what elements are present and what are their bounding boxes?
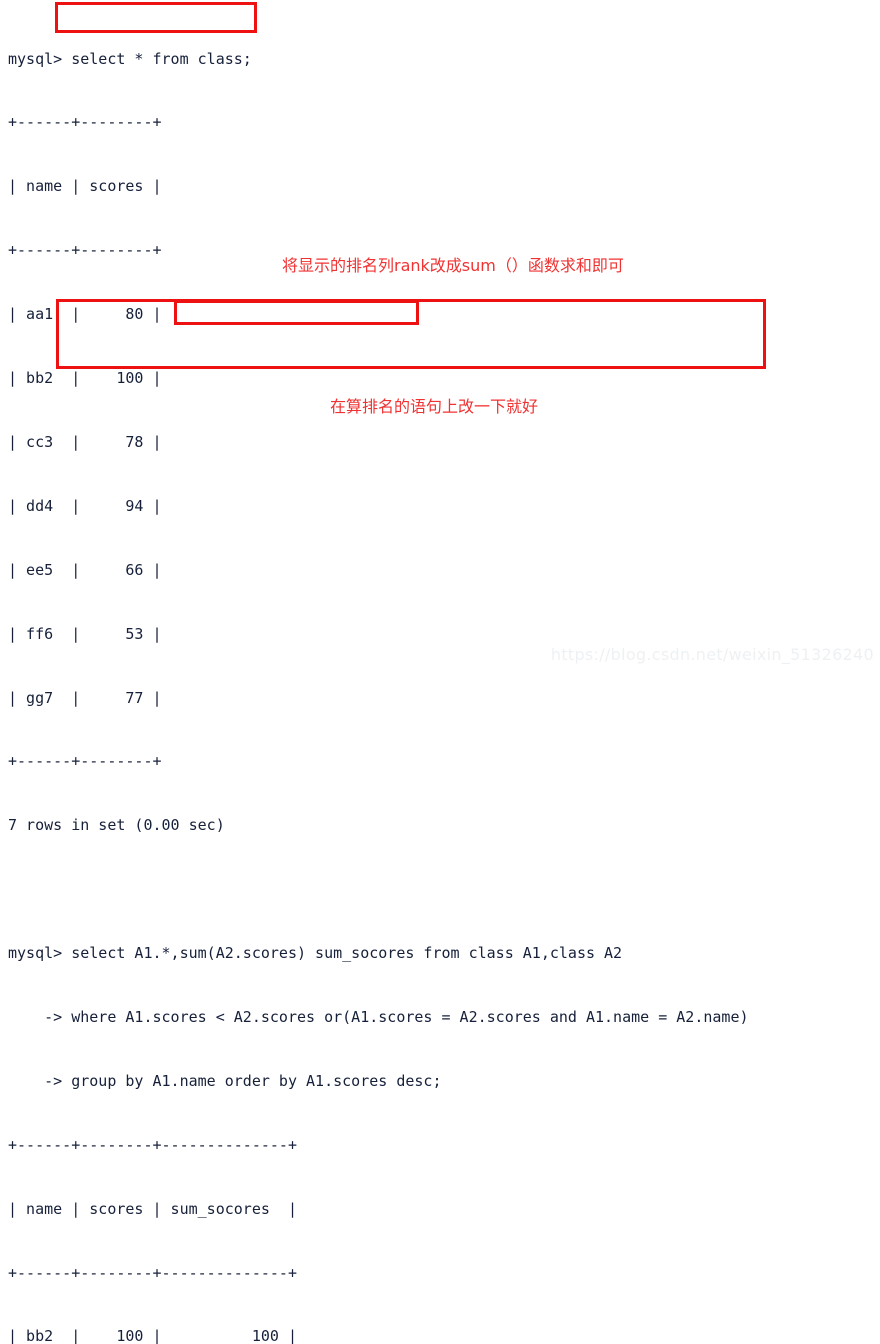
table1-header-row: | name | scores |: [8, 177, 162, 196]
table1-status-line: 7 rows in set (0.00 sec): [8, 816, 225, 835]
table-row: | bb2 | 100 |: [8, 369, 162, 388]
table-row: | dd4 | 94 |: [8, 496, 162, 515]
terminal-line-query-2a: mysql> select A1.*,sum(A2.scores) sum_so…: [8, 944, 623, 963]
table2-header-row: | name | scores | sum_socores |: [8, 1199, 297, 1218]
table-row: | gg7 | 77 |: [8, 688, 162, 707]
table1-top-border: +------+--------+: [8, 113, 162, 132]
terminal-line-query-2b: -> where A1.scores < A2.scores or(A1.sco…: [8, 1007, 749, 1026]
table2-header-separator: +------+--------+--------------+: [8, 1263, 297, 1282]
table-row: | cc3 | 78 |: [8, 432, 162, 451]
terminal-output: mysql> select * from class; +------+----…: [8, 6, 749, 1344]
table-row: | bb2 | 100 | 100 |: [8, 1327, 297, 1344]
mysql-terminal-window[interactable]: mysql> select * from class; +------+----…: [0, 0, 880, 1344]
terminal-line-query-1: mysql> select * from class;: [8, 49, 252, 68]
table-row: | aa1 | 80 |: [8, 305, 162, 324]
table2-top-border: +------+--------+--------------+: [8, 1135, 297, 1154]
table1-bottom-border: +------+--------+: [8, 752, 162, 771]
terminal-line-query-2c: -> group by A1.name order by A1.scores d…: [8, 1071, 442, 1090]
table-row: | ee5 | 66 |: [8, 560, 162, 579]
table-row: | ff6 | 53 |: [8, 624, 162, 643]
annotation-note-2: 在算排名的语句上改一下就好: [330, 397, 539, 416]
annotation-note-1: 将显示的排名列rank改成sum（）函数求和即可: [282, 256, 624, 275]
